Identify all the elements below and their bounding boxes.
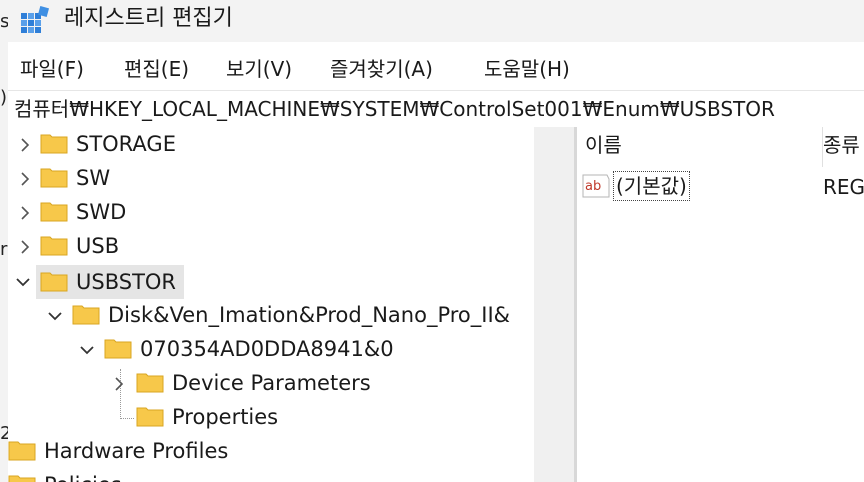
tree-item-label: SWD xyxy=(76,200,127,224)
tree-item-storage[interactable]: STORAGE xyxy=(8,130,534,160)
value-type: REG_SZ xyxy=(823,175,864,199)
value-name[interactable]: (기본값) xyxy=(613,171,690,201)
tree-item-label: Device Parameters xyxy=(172,371,371,395)
tree-item-policies[interactable]: Policies xyxy=(8,471,534,482)
chevron-right-icon[interactable] xyxy=(18,172,32,186)
chevron-right-icon[interactable] xyxy=(18,138,32,152)
tree-item-label: STORAGE xyxy=(76,132,176,156)
tree-item-label: Properties xyxy=(172,405,279,429)
folder-icon xyxy=(40,272,68,292)
tree-item-device-parameters[interactable]: Device Parameters xyxy=(8,369,534,399)
tree-item-device-instance[interactable]: 070354AD0DDA8941&0 xyxy=(8,335,534,365)
folder-icon xyxy=(40,236,68,256)
chevron-right-icon[interactable] xyxy=(18,240,32,254)
menu-file[interactable]: 파일(F) xyxy=(20,56,84,82)
registry-editor-app-icon xyxy=(21,6,50,33)
tree-item-label: 070354AD0DDA8941&0 xyxy=(140,337,394,361)
tree-pane[interactable]: STORAGE SW SWD USB USBSTOR Disk&Ven_Imat… xyxy=(8,127,534,482)
tree-item-label: Disk&Ven_Imation&Prod_Nano_Pro_II& xyxy=(108,303,511,327)
folder-icon xyxy=(8,475,36,482)
tree-item-disk-imation[interactable]: Disk&Ven_Imation&Prod_Nano_Pro_II& xyxy=(8,301,534,331)
menu-help[interactable]: 도움말(H) xyxy=(484,56,570,82)
tree-item-usbstor[interactable]: USBSTOR xyxy=(8,265,534,299)
chevron-right-icon[interactable] xyxy=(18,206,32,220)
address-bar[interactable]: 컴퓨터₩HKEY_LOCAL_MACHINE₩SYSTEM₩ControlSet… xyxy=(8,90,864,128)
folder-icon xyxy=(40,134,68,154)
address-path[interactable]: 컴퓨터₩HKEY_LOCAL_MACHINE₩SYSTEM₩ControlSet… xyxy=(14,95,775,123)
registry-editor-window: 레지스트리 편집기 파일(F) 편집(E) 보기(V) 즐겨찾기(A) 도움말(… xyxy=(8,0,864,482)
column-header-type[interactable]: 종류 xyxy=(823,131,860,159)
folder-icon xyxy=(72,305,100,325)
tree-item-hardware-profiles[interactable]: Hardware Profiles xyxy=(8,437,534,467)
folder-icon xyxy=(136,407,164,427)
tree-item-sw[interactable]: SW xyxy=(8,164,534,194)
title-bar[interactable]: 레지스트리 편집기 xyxy=(8,0,864,42)
menu-view[interactable]: 보기(V) xyxy=(226,56,292,82)
string-value-icon: ab xyxy=(582,174,610,198)
chevron-down-icon[interactable] xyxy=(16,275,30,289)
tree-item-properties[interactable]: Properties xyxy=(8,403,534,433)
folder-icon xyxy=(8,441,36,461)
menu-bar: 파일(F) 편집(E) 보기(V) 즐겨찾기(A) 도움말(H) xyxy=(8,48,864,88)
tree-item-label: Policies xyxy=(44,471,122,482)
tree-item-label: Hardware Profiles xyxy=(44,439,229,463)
value-row[interactable]: ab (기본값) REG_SZ xyxy=(577,171,864,203)
svg-text:ab: ab xyxy=(585,179,601,194)
background-text: ) xyxy=(0,87,8,108)
chevron-down-icon[interactable] xyxy=(48,309,62,323)
column-header-name[interactable]: 이름 xyxy=(585,131,622,159)
folder-icon xyxy=(40,168,68,188)
menu-favorites[interactable]: 즐겨찾기(A) xyxy=(330,56,433,82)
folder-icon xyxy=(104,339,132,359)
folder-icon xyxy=(40,202,68,222)
folder-icon xyxy=(136,373,164,393)
menu-edit[interactable]: 편집(E) xyxy=(124,56,189,82)
tree-scrollbar[interactable] xyxy=(534,127,574,482)
window-title: 레지스트리 편집기 xyxy=(64,6,233,31)
chevron-down-icon[interactable] xyxy=(80,343,94,357)
tree-item-usb[interactable]: USB xyxy=(8,232,534,262)
tree-item-label: USBSTOR xyxy=(76,270,177,294)
tree-item-label: SW xyxy=(76,166,111,190)
tree-item-label: USB xyxy=(76,234,120,258)
chevron-right-icon[interactable] xyxy=(112,377,126,391)
values-list[interactable]: 이름 종류 ab (기본값) REG_SZ xyxy=(577,127,864,482)
tree-item-swd[interactable]: SWD xyxy=(8,198,534,228)
background-text: r xyxy=(0,239,8,260)
